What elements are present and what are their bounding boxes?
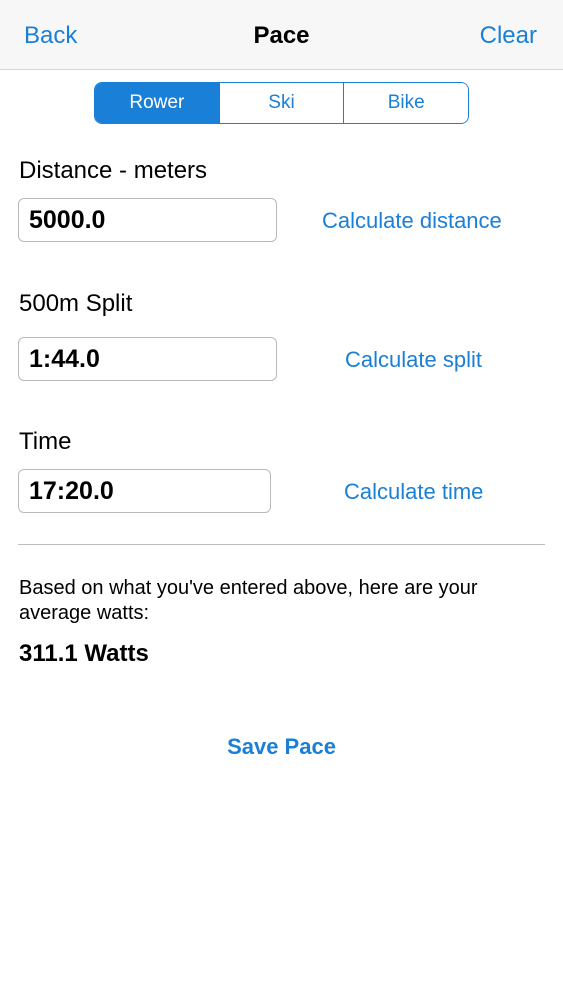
distance-input[interactable] [18, 198, 277, 242]
machine-type-segmented-control: Rower Ski Bike [94, 82, 469, 124]
segment-rower[interactable]: Rower [95, 83, 220, 123]
calculate-split-button[interactable]: Calculate split [345, 347, 482, 373]
distance-label: Distance - meters [19, 157, 208, 184]
segment-ski[interactable]: Ski [219, 83, 345, 123]
navigation-bar: Back Pace Clear [0, 0, 563, 70]
divider [18, 544, 545, 545]
calculate-distance-button[interactable]: Calculate distance [322, 208, 502, 234]
time-input[interactable] [18, 469, 271, 513]
average-watts-value: 311.1 Watts [19, 640, 149, 667]
segment-bike[interactable]: Bike [344, 83, 468, 123]
calculate-time-button[interactable]: Calculate time [344, 479, 483, 505]
page-title: Pace [253, 22, 310, 49]
clear-button[interactable]: Clear [480, 22, 537, 50]
save-pace-button[interactable]: Save Pace [0, 734, 563, 760]
watts-description: Based on what you've entered above, here… [19, 577, 478, 624]
time-label: Time [19, 428, 72, 455]
split-label: 500m Split [19, 290, 133, 317]
split-input[interactable] [18, 337, 277, 381]
